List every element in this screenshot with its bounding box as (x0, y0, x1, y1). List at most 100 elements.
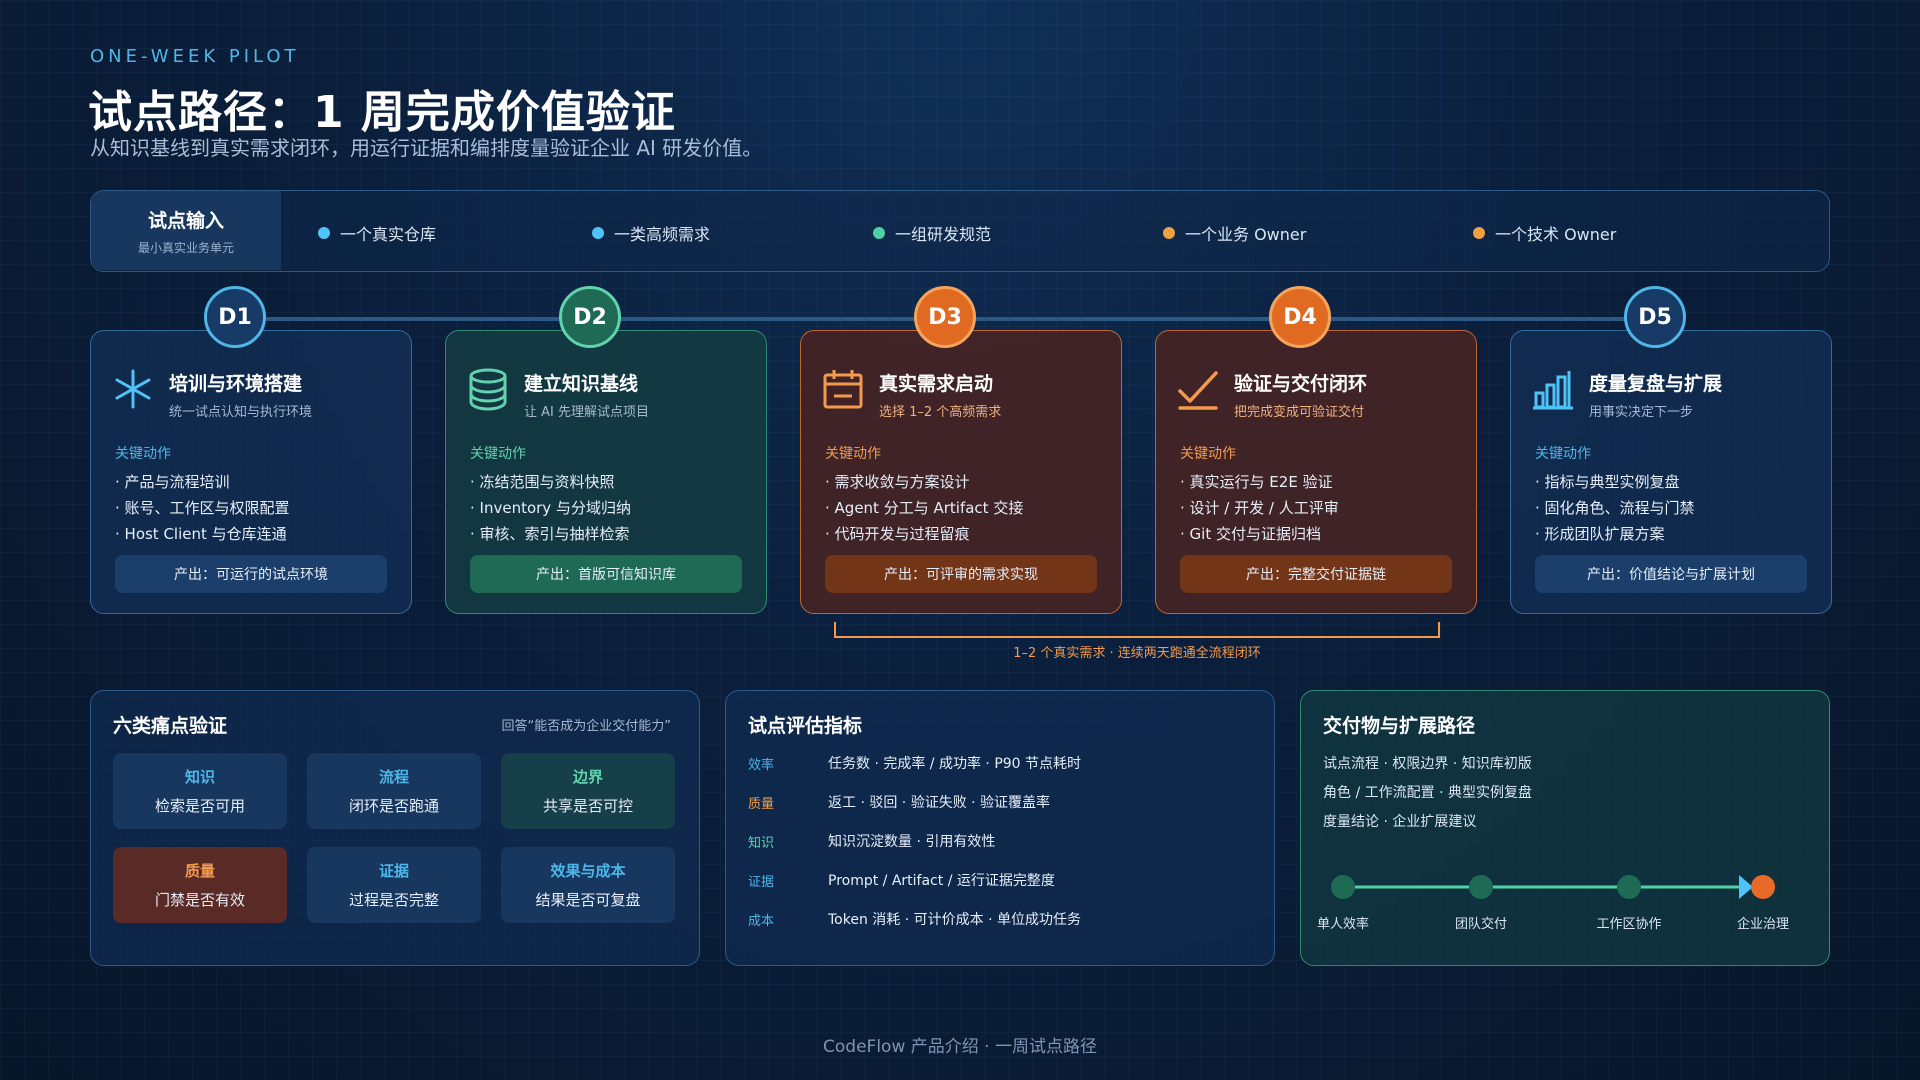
input-item: 一组研发规范 (873, 221, 991, 245)
deliverable-line: 试点流程 · 权限边界 · 知识库初版 (1323, 756, 1532, 772)
pilot-input-header: 试点输入 最小真实业务单元 (91, 191, 281, 270)
card-title: 建立知识基线 (524, 373, 639, 395)
metric-key: 证据 (748, 874, 775, 890)
metric-value: Token 消耗 · 可计价成本 · 单位成功任务 (828, 912, 1081, 928)
card-section-label: 关键动作 (470, 446, 526, 462)
metric-key: 成本 (748, 913, 775, 929)
pain-points-panel: 六类痛点验证 回答“能否成为企业交付能力” 知识 检索是否可用 流程 闭环是否跑… (90, 690, 700, 966)
day-card-d5: 度量复盘与扩展 用事实决定下一步 关键动作 · 指标与典型实例复盘 · 固化角色… (1510, 330, 1832, 614)
list-item: · Inventory 与分域归纳 (470, 499, 631, 517)
d3-d4-bracket (834, 622, 1440, 638)
day-card-d2: 建立知识基线 让 AI 先理解试点项目 关键动作 · 冻结范围与资料快照 · I… (445, 330, 767, 614)
metric-key: 质量 (748, 796, 775, 812)
card-output: 产出：价值结论与扩展计划 (1535, 555, 1807, 593)
card-output: 产出：可评审的需求实现 (825, 555, 1097, 593)
metric-row: 证据 Prompt / Artifact / 运行证据完整度 (748, 870, 1055, 890)
input-item: 一个业务 Owner (1163, 221, 1306, 245)
tile-title: 质量 (184, 862, 215, 880)
input-item: 一个真实仓库 (318, 221, 436, 245)
card-title: 度量复盘与扩展 (1589, 373, 1723, 395)
card-action-list: · 真实运行与 E2E 验证 · 设计 / 开发 / 人工评审 · Git 交付… (1180, 469, 1339, 547)
bullet-dot-icon (592, 227, 604, 239)
deliverables-panel: 交付物与扩展路径 试点流程 · 权限边界 · 知识库初版 角色 / 工作流配置 … (1300, 690, 1830, 966)
day-card-d1: 培训与环境搭建 统一试点认知与执行环境 关键动作 · 产品与流程培训 · 账号、… (90, 330, 412, 614)
card-section-label: 关键动作 (1180, 446, 1236, 462)
pilot-input-subtitle: 最小真实业务单元 (137, 240, 234, 255)
pain-tile: 边界 共享是否可控 (501, 753, 675, 829)
tile-title: 知识 (184, 768, 215, 786)
card-output: 产出：可运行的试点环境 (115, 555, 387, 593)
checkmark-icon (1178, 371, 1218, 410)
day-badge-d2: D2 (559, 286, 621, 348)
bullet-dot-icon (1473, 227, 1485, 239)
card-section-label: 关键动作 (115, 446, 171, 462)
list-item: · 设计 / 开发 / 人工评审 (1180, 499, 1339, 517)
tile-title: 流程 (378, 768, 409, 786)
tile-text: 过程是否完整 (348, 891, 439, 909)
pain-tile: 知识 检索是否可用 (113, 753, 287, 829)
card-subtitle: 选择 1–2 个高频需求 (879, 405, 1002, 420)
deliverable-line: 度量结论 · 企业扩展建议 (1323, 814, 1477, 830)
card-subtitle: 把完成变成可验证交付 (1234, 405, 1365, 420)
panel-title: 六类痛点验证 (113, 715, 228, 737)
day-badge-d3: D3 (914, 286, 976, 348)
page-subtitle: 从知识基线到真实需求闭环，用运行证据和编排度量验证企业 AI 研发价值。 (90, 136, 763, 160)
metric-key: 效率 (748, 757, 775, 773)
path-label: 团队交付 (1454, 917, 1507, 932)
day-badge-d5: D5 (1624, 286, 1686, 348)
list-item: · 固化角色、流程与门禁 (1535, 499, 1695, 517)
card-title: 真实需求启动 (879, 373, 994, 395)
tile-text: 共享是否可控 (542, 797, 633, 815)
day-card-d3: 真实需求启动 选择 1–2 个高频需求 关键动作 · 需求收敛与方案设计 · A… (800, 330, 1122, 614)
card-action-list: · 指标与典型实例复盘 · 固化角色、流程与门禁 · 形成团队扩展方案 (1535, 469, 1695, 547)
page-title: 试点路径：1 周完成价值验证 (88, 87, 676, 138)
bullet-dot-icon (318, 227, 330, 239)
metric-value: 任务数 · 完成率 / 成功率 · P90 节点耗时 (828, 756, 1082, 772)
metric-value: 返工 · 驳回 · 验证失败 · 验证覆盖率 (828, 795, 1051, 811)
panel-note: 回答“能否成为企业交付能力” (501, 719, 671, 734)
eyebrow-label: ONE-WEEK PILOT (90, 46, 300, 67)
input-item-label: 一个技术 Owner (1495, 225, 1617, 244)
metric-value: 知识沉淀数量 · 引用有效性 (828, 834, 996, 850)
path-node (1751, 875, 1775, 899)
card-section-label: 关键动作 (1535, 446, 1591, 462)
metrics-panel: 试点评估指标 效率 任务数 · 完成率 / 成功率 · P90 节点耗时 质量 … (725, 690, 1275, 966)
card-subtitle: 用事实决定下一步 (1589, 405, 1694, 420)
tile-text: 结果是否可复盘 (535, 891, 641, 909)
path-node (1331, 875, 1355, 899)
tile-title: 效果与成本 (550, 862, 626, 880)
tile-title: 证据 (378, 862, 409, 880)
path-node (1617, 875, 1641, 899)
list-item: · 审核、索引与抽样检索 (470, 525, 630, 543)
panel-title: 试点评估指标 (748, 715, 863, 737)
card-title: 培训与环境搭建 (169, 373, 303, 395)
deliverable-line: 角色 / 工作流配置 · 典型实例复盘 (1323, 785, 1532, 801)
list-item: · Git 交付与证据归档 (1180, 525, 1321, 543)
tile-text: 门禁是否有效 (154, 891, 245, 909)
path-label: 单人效率 (1316, 917, 1369, 932)
arrowhead-icon (1739, 875, 1753, 899)
footer-caption: CodeFlow 产品介绍 · 一周试点路径 (823, 1037, 1097, 1057)
pain-tile: 效果与成本 结果是否可复盘 (501, 847, 675, 923)
card-subtitle: 让 AI 先理解试点项目 (524, 405, 649, 420)
metric-key: 知识 (748, 835, 775, 851)
metric-row: 知识 知识沉淀数量 · 引用有效性 (748, 831, 995, 851)
day-card-d4: 验证与交付闭环 把完成变成可验证交付 关键动作 · 真实运行与 E2E 验证 ·… (1155, 330, 1477, 614)
input-item: 一个技术 Owner (1473, 221, 1616, 245)
list-item: · Agent 分工与 Artifact 交接 (825, 499, 1024, 517)
input-item-label: 一组研发规范 (895, 225, 992, 244)
pilot-input-title: 试点输入 (147, 209, 224, 232)
card-output: 产出：首版可信知识库 (470, 555, 742, 593)
list-item: · 形成团队扩展方案 (1535, 525, 1665, 543)
card-output: 产出：完整交付证据链 (1180, 555, 1452, 593)
pain-tile: 流程 闭环是否跑通 (307, 753, 481, 829)
card-subtitle: 统一试点认知与执行环境 (169, 405, 313, 420)
day-badge-d4: D4 (1269, 286, 1331, 348)
path-label: 企业治理 (1736, 917, 1789, 932)
card-title: 验证与交付闭环 (1234, 373, 1368, 395)
card-action-list: · 产品与流程培训 · 账号、工作区与权限配置 · Host Client 与仓… (115, 469, 290, 547)
tile-title: 边界 (572, 768, 603, 786)
list-item: · 指标与典型实例复盘 (1535, 473, 1680, 491)
list-item: · 产品与流程培训 (115, 473, 230, 491)
metric-row: 效率 任务数 · 完成率 / 成功率 · P90 节点耗时 (748, 753, 1081, 773)
